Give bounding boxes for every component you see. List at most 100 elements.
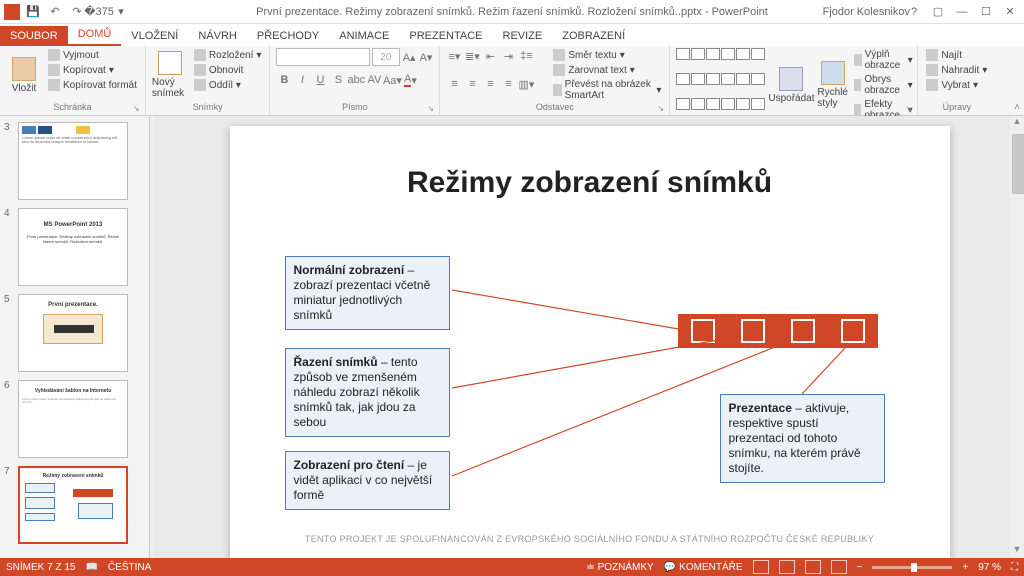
save-button[interactable]: 💾 — [24, 3, 42, 21]
notes-button[interactable]: ≐ POZNÁMKY — [586, 562, 654, 573]
align-right-button[interactable]: ≡ — [482, 76, 498, 92]
shape-fill-button[interactable]: Výplň obrazce ▾ — [852, 48, 915, 72]
tab-insert[interactable]: VLOŽENÍ — [121, 26, 188, 46]
layout-button[interactable]: Rozložení ▾ — [192, 48, 264, 62]
decrease-indent-button[interactable]: ⇤ — [482, 48, 498, 64]
quick-styles-button[interactable]: Rychlé styly — [817, 48, 848, 122]
group-font: 20 A▴ A▾ B I U S abc AV Aa▾ A▾ Písmo ↘ — [270, 46, 440, 115]
change-case-button[interactable]: Aa▾ — [384, 72, 400, 88]
cut-button[interactable]: Vyjmout — [46, 48, 139, 62]
sorter-view-button[interactable] — [779, 560, 795, 574]
shape-outline-button[interactable]: Obrys obrazce ▾ — [852, 73, 915, 97]
shadow-button[interactable]: S — [330, 72, 346, 88]
replace-button[interactable]: Nahradit ▾ — [924, 63, 989, 77]
user-name[interactable]: Fjodor Kolesnikov — [819, 6, 914, 18]
reset-icon — [194, 64, 206, 76]
tab-home[interactable]: DOMŮ — [68, 24, 122, 46]
zoom-out-button[interactable]: − — [857, 562, 863, 573]
bullets-button[interactable]: ≡▾ — [446, 48, 462, 64]
italic-button[interactable]: I — [294, 72, 310, 88]
tab-review[interactable]: REVIZE — [493, 26, 553, 46]
scroll-thumb[interactable] — [1012, 134, 1024, 194]
font-family-combo[interactable] — [276, 48, 369, 66]
reading-view-button[interactable] — [805, 560, 821, 574]
arrange-button[interactable]: Uspořádat — [769, 48, 813, 122]
char-spacing-button[interactable]: AV — [366, 72, 382, 88]
zoom-level[interactable]: 97 % — [978, 562, 1001, 573]
grow-font-button[interactable]: A▴ — [402, 49, 417, 65]
bold-button[interactable]: B — [276, 72, 292, 88]
tab-design[interactable]: NÁVRH — [188, 26, 247, 46]
font-color-button[interactable]: A▾ — [402, 72, 418, 88]
thumb-6[interactable]: 6 Vyhledávání šablon na Internetu Lorem … — [4, 380, 145, 458]
slide-canvas[interactable]: Režimy zobrazení snímků Normální zobraze… — [230, 126, 950, 558]
ribbon-display-button[interactable]: ▢ — [928, 3, 948, 21]
select-button[interactable]: Vybrat ▾ — [924, 78, 989, 92]
align-text-button[interactable]: Zarovnat text ▾ — [551, 63, 663, 77]
columns-button[interactable]: ▥▾ — [518, 76, 534, 92]
clipboard-launcher[interactable]: ↘ — [133, 104, 143, 114]
minimize-button[interactable]: — — [952, 3, 972, 21]
group-editing: Najít Nahradit ▾ Vybrat ▾ Úpravy — [918, 46, 995, 115]
collapse-ribbon-button[interactable]: ˄ — [1014, 102, 1020, 113]
shapes-gallery[interactable] — [676, 48, 765, 122]
underline-button[interactable]: U — [312, 72, 328, 88]
thumb-7[interactable]: 7 Režimy zobrazení snímků — [4, 466, 145, 544]
slide-title: Režimy zobrazení snímků — [230, 166, 950, 200]
thumbnail-panel[interactable]: 3 Lorem ipsum dolor sit amet consectetur… — [0, 116, 150, 558]
line-spacing-button[interactable]: ‡≡ — [518, 48, 534, 64]
fit-to-window-button[interactable]: ⛶ — [1011, 562, 1018, 573]
callout-reading: Zobrazení pro čtení – je vidět aplikaci … — [285, 451, 450, 510]
new-slide-button[interactable]: Nový snímek — [152, 48, 188, 102]
qat-customize[interactable]: ▾ — [112, 3, 130, 21]
font-launcher[interactable]: ↘ — [427, 104, 437, 114]
find-button[interactable]: Najít — [924, 48, 989, 62]
align-center-button[interactable]: ≡ — [464, 76, 480, 92]
scroll-down-icon[interactable]: ▼ — [1010, 544, 1024, 558]
spellcheck-button[interactable]: 📖 — [85, 562, 97, 573]
thumb-4[interactable]: 4 MS PowerPoint 2013 První prezentace. R… — [4, 208, 145, 286]
slideshow-button[interactable] — [831, 560, 847, 574]
format-painter-button[interactable]: Kopírovat formát — [46, 78, 139, 92]
tab-animations[interactable]: ANIMACE — [329, 26, 399, 46]
thumb-3-preview: Lorem ipsum dolor sit amet consectetur a… — [18, 122, 128, 200]
drawing-launcher[interactable]: ↘ — [905, 104, 915, 114]
zoom-in-button[interactable]: + — [962, 562, 968, 573]
callout-normal: Normální zobrazení – zobrazí prezentaci … — [285, 256, 450, 330]
shrink-font-button[interactable]: A▾ — [419, 49, 434, 65]
normal-view-icon — [691, 319, 715, 343]
vertical-scrollbar[interactable]: ▲ ▼ — [1010, 116, 1024, 558]
section-button[interactable]: Oddíl ▾ — [192, 78, 264, 92]
convert-smartart-button[interactable]: Převést na obrázek SmartArt ▾ — [551, 78, 663, 102]
tab-transitions[interactable]: PŘECHODY — [247, 26, 329, 46]
close-button[interactable]: ✕ — [1000, 3, 1020, 21]
increase-indent-button[interactable]: ⇥ — [500, 48, 516, 64]
scroll-up-icon[interactable]: ▲ — [1010, 116, 1024, 130]
thumb-5[interactable]: 5 První prezentace. — [4, 294, 145, 372]
justify-button[interactable]: ≡ — [500, 76, 516, 92]
slide-area[interactable]: Režimy zobrazení snímků Normální zobraze… — [155, 116, 1024, 558]
strike-button[interactable]: abc — [348, 72, 364, 88]
slide-counter[interactable]: SNÍMEK 7 Z 15 — [6, 562, 75, 573]
language-button[interactable]: ČEŠTINA — [108, 562, 151, 573]
tab-file[interactable]: SOUBOR — [0, 26, 68, 46]
paste-button[interactable]: Vložit — [6, 48, 42, 102]
thumb-3[interactable]: 3 Lorem ipsum dolor sit amet consectetur… — [4, 122, 145, 200]
undo-button[interactable]: ↶ — [46, 3, 64, 21]
numbering-button[interactable]: ≣▾ — [464, 48, 480, 64]
reset-button[interactable]: Obnovit — [192, 63, 264, 77]
normal-view-button[interactable] — [753, 560, 769, 574]
zoom-slider[interactable] — [872, 566, 952, 569]
font-size-combo[interactable]: 20 — [372, 48, 400, 66]
copy-button[interactable]: Kopírovat ▾ — [46, 63, 139, 77]
paragraph-launcher[interactable]: ↘ — [657, 104, 667, 114]
start-from-beginning-button[interactable]: �375 — [90, 3, 108, 21]
text-direction-button[interactable]: Směr textu ▾ — [551, 48, 663, 62]
thumb-4-preview: MS PowerPoint 2013 První prezentace. Rež… — [18, 208, 128, 286]
tab-slideshow[interactable]: PREZENTACE — [399, 26, 492, 46]
ribbon-tabs: SOUBOR DOMŮ VLOŽENÍ NÁVRH PŘECHODY ANIMA… — [0, 24, 1024, 46]
align-left-button[interactable]: ≡ — [446, 76, 462, 92]
comments-button[interactable]: 💬 KOMENTÁŘE — [664, 562, 743, 573]
tab-view[interactable]: ZOBRAZENÍ — [552, 26, 635, 46]
maximize-button[interactable]: ☐ — [976, 3, 996, 21]
